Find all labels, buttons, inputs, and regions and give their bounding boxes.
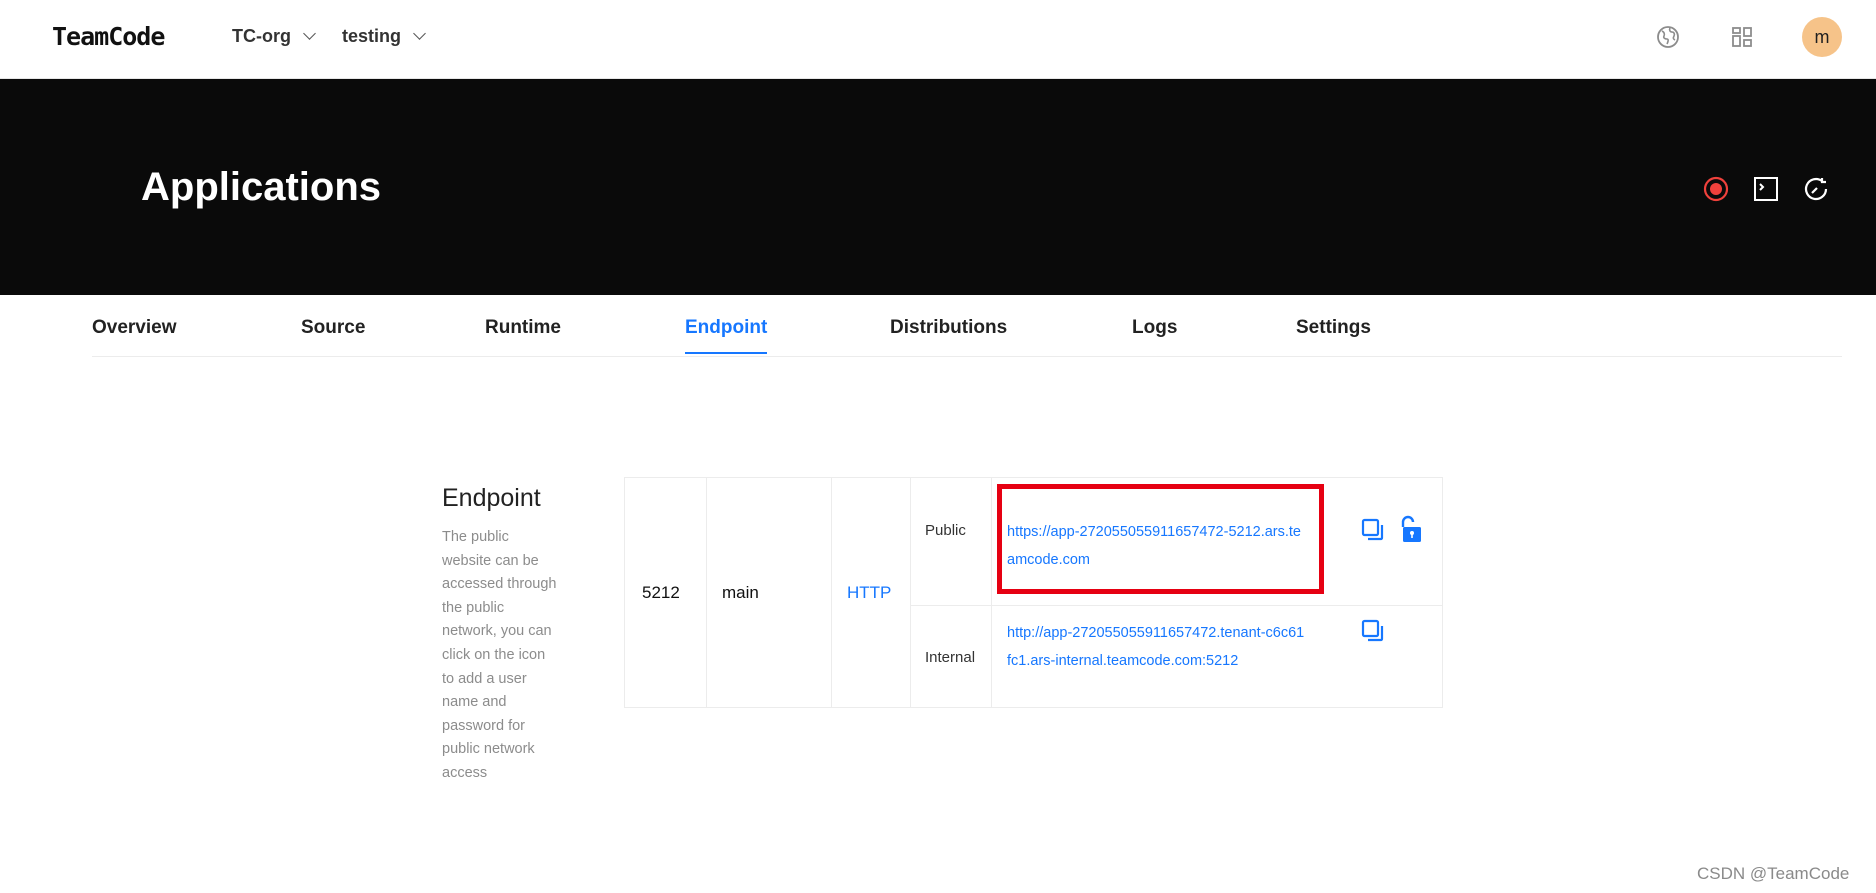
name-cell: main <box>707 478 832 707</box>
page-title: Applications <box>141 165 382 209</box>
org-name: TC-org <box>232 26 291 46</box>
internal-url-link[interactable]: http://app-272055055911657472.tenant-c6c… <box>1007 619 1307 675</box>
endpoint-table: 5212 main HTTP Public Internal https://a… <box>624 477 1443 708</box>
column-divider <box>991 478 992 707</box>
top-bar: TeamCode TC-org testing m <box>0 0 1876 79</box>
tab-endpoint[interactable]: Endpoint <box>685 317 768 354</box>
logo[interactable]: TeamCode <box>52 22 165 51</box>
section-title: Endpoint <box>442 484 541 512</box>
refresh-icon[interactable] <box>1800 173 1832 205</box>
tab-logs[interactable]: Logs <box>1132 317 1177 352</box>
copy-icon[interactable] <box>1359 515 1387 545</box>
tab-distributions[interactable]: Distributions <box>890 317 1007 352</box>
chevron-down-icon <box>303 27 316 40</box>
public-url-link[interactable]: https://app-272055055911657472-5212.ars.… <box>1007 518 1307 574</box>
public-label: Public <box>925 522 966 539</box>
avatar[interactable]: m <box>1802 17 1842 57</box>
tab-overview[interactable]: Overview <box>92 317 177 352</box>
section-description: The public website can be accessed throu… <box>442 529 557 781</box>
protocol-cell: HTTP <box>832 478 911 707</box>
org-selector[interactable]: TC-org <box>232 26 316 47</box>
unlock-icon[interactable] <box>1395 514 1423 544</box>
tab-settings[interactable]: Settings <box>1296 317 1371 352</box>
terminal-icon[interactable] <box>1750 173 1782 205</box>
globe-icon[interactable] <box>1653 22 1683 52</box>
project-name: testing <box>342 26 402 46</box>
tab-source[interactable]: Source <box>301 317 365 352</box>
copy-icon[interactable] <box>1359 616 1387 646</box>
watermark: CSDN @TeamCode <box>1697 864 1850 883</box>
chevron-down-icon <box>413 27 426 40</box>
record-icon[interactable] <box>1700 173 1732 205</box>
port-cell: 5212 <box>625 478 707 707</box>
internal-label: Internal <box>925 649 976 666</box>
tab-bar: Overview Source Runtime Endpoint Distrib… <box>92 295 1842 357</box>
project-selector[interactable]: testing <box>342 26 426 47</box>
apps-grid-icon[interactable] <box>1727 22 1757 52</box>
page-header: Applications <box>0 79 1876 295</box>
tab-runtime[interactable]: Runtime <box>485 317 561 352</box>
